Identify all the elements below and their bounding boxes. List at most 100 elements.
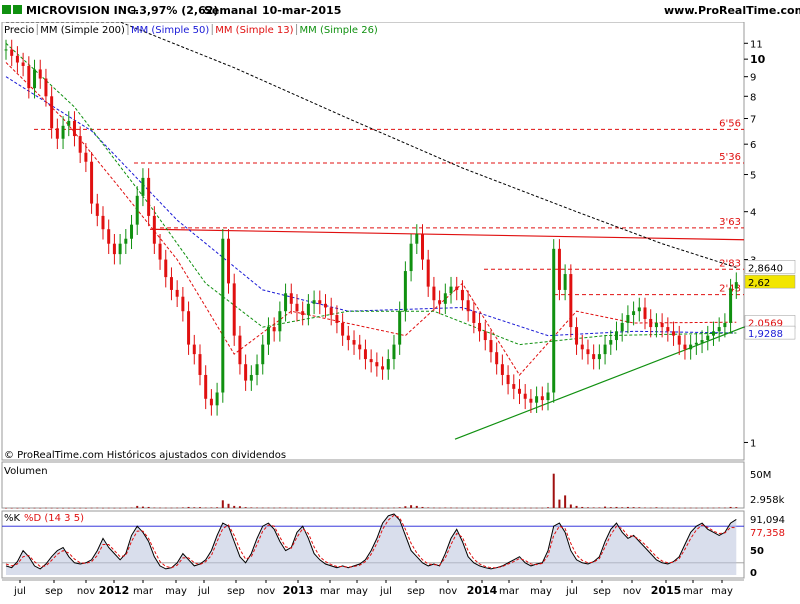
volume-bar bbox=[427, 507, 430, 508]
x-tick-label: may bbox=[530, 586, 552, 597]
volume-bar bbox=[415, 505, 418, 508]
volume-bar bbox=[569, 504, 572, 508]
volume-bar bbox=[683, 507, 686, 509]
candle-body bbox=[78, 136, 82, 153]
volume-bar bbox=[387, 507, 390, 509]
volume-bar bbox=[518, 507, 521, 509]
volume-bar bbox=[210, 507, 213, 508]
candle-body bbox=[375, 362, 379, 367]
candle-body bbox=[112, 243, 116, 255]
candle-body bbox=[455, 286, 459, 290]
x-tick-label: nov bbox=[623, 586, 641, 597]
stoch-k-label: %K bbox=[4, 513, 21, 524]
volume-bar bbox=[438, 507, 441, 509]
candle-body bbox=[118, 243, 122, 255]
volume-bar bbox=[638, 507, 641, 508]
candle-body bbox=[415, 233, 419, 244]
legend-item: MM (Simple 50) bbox=[131, 25, 209, 36]
volume-bar bbox=[33, 507, 36, 509]
candle-body bbox=[535, 396, 539, 403]
candle-body bbox=[517, 388, 521, 394]
volume-bar bbox=[478, 507, 481, 509]
x-tick-label: mar bbox=[683, 586, 704, 597]
volume-bar bbox=[678, 507, 681, 509]
candle-body bbox=[683, 344, 687, 350]
candle-body bbox=[729, 288, 733, 323]
candle-body bbox=[33, 69, 37, 89]
stock-chart-root: 12345678910116'565'363'632'832'432,86402… bbox=[0, 0, 800, 600]
candle-body bbox=[557, 248, 561, 290]
candle-body bbox=[266, 327, 270, 345]
candle-body bbox=[654, 322, 658, 328]
volume-bar bbox=[729, 506, 732, 508]
volume-bar bbox=[592, 507, 595, 508]
volume-bar bbox=[467, 507, 470, 509]
volume-bar bbox=[564, 495, 567, 508]
footer-note: © ProRealTime.com Históricos ajustados c… bbox=[4, 449, 286, 461]
volume-bar bbox=[147, 506, 150, 508]
volume-bar bbox=[632, 507, 635, 508]
candle-body bbox=[597, 354, 601, 360]
volume-bar bbox=[278, 507, 281, 509]
volume-bar bbox=[227, 503, 230, 508]
volume-axis-label: 2.958k bbox=[750, 495, 785, 506]
volume-bar bbox=[256, 507, 259, 509]
price-tick-label: 6 bbox=[750, 140, 756, 151]
candle-body bbox=[358, 344, 362, 350]
candle-body bbox=[192, 344, 196, 355]
volume-bar bbox=[39, 507, 42, 509]
volume-bar bbox=[701, 507, 704, 509]
candle-body bbox=[152, 215, 156, 244]
candle-body bbox=[592, 354, 596, 360]
volume-bar bbox=[450, 507, 453, 509]
candle-body bbox=[4, 49, 8, 51]
stoch-d-label: %D (14 3 5) bbox=[24, 513, 84, 524]
volume-bar bbox=[84, 507, 87, 509]
volume-bar bbox=[16, 507, 19, 509]
candle-body bbox=[318, 300, 322, 304]
volume-bar bbox=[193, 507, 196, 508]
candle-body bbox=[272, 327, 276, 332]
candle-body bbox=[626, 315, 630, 323]
candle-body bbox=[580, 344, 584, 350]
volume-bar bbox=[267, 507, 270, 509]
volume-bar bbox=[609, 507, 612, 508]
candle-body bbox=[672, 331, 676, 336]
x-tick-label: 2015 bbox=[651, 584, 682, 597]
volume-bar bbox=[621, 507, 624, 508]
candle-body bbox=[575, 327, 579, 345]
candle-body bbox=[352, 340, 356, 345]
candle-body bbox=[67, 120, 71, 126]
volume-bar bbox=[689, 507, 692, 509]
volume-bar bbox=[375, 507, 378, 509]
volume-bar bbox=[644, 507, 647, 509]
legend-item: MM (Simple 26) bbox=[300, 25, 378, 36]
candle-body bbox=[50, 96, 54, 129]
volume-bar bbox=[5, 507, 7, 509]
volume-bar bbox=[238, 506, 241, 508]
candle-body bbox=[483, 331, 487, 341]
x-tick-label: sep bbox=[593, 586, 611, 597]
volume-bar bbox=[244, 507, 247, 508]
stock-chart-svg: 12345678910116'565'363'632'832'432,86402… bbox=[1, 21, 796, 597]
volume-bar bbox=[535, 507, 538, 509]
candle-body bbox=[666, 327, 670, 332]
volume-bar bbox=[489, 507, 492, 509]
site-url[interactable]: www.ProRealTime.com bbox=[664, 4, 800, 17]
volume-bar bbox=[181, 507, 184, 508]
candle-body bbox=[221, 238, 225, 393]
volume-bar bbox=[27, 507, 30, 509]
volume-bar bbox=[119, 507, 122, 509]
legend-item: MM (Simple 200) bbox=[40, 25, 125, 36]
candle-body bbox=[723, 322, 727, 328]
stoch-axis-d-value: 77,358 bbox=[750, 528, 785, 539]
volume-bar bbox=[672, 507, 675, 509]
candle-body bbox=[44, 78, 48, 97]
volume-bar bbox=[353, 507, 356, 509]
volume-bar bbox=[598, 507, 601, 508]
candle-body bbox=[500, 364, 504, 375]
candle-body bbox=[438, 300, 442, 304]
candle-body bbox=[637, 307, 641, 312]
candle-body bbox=[244, 364, 248, 381]
candle-body bbox=[620, 322, 624, 332]
